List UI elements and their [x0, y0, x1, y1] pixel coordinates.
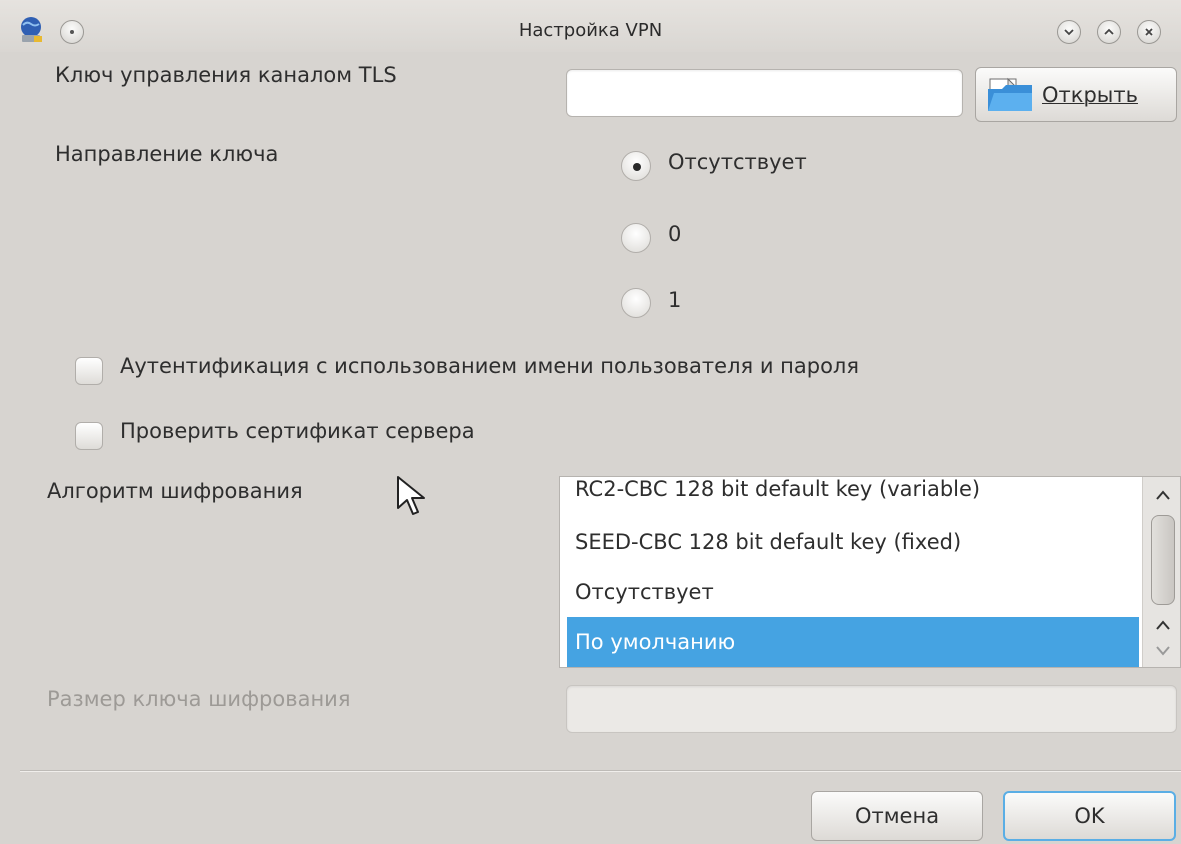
ok-button[interactable]: OK	[1003, 791, 1176, 841]
auth-user-pass-label: Аутентификация с использованием имени по…	[120, 354, 859, 378]
open-button-label: Открыть	[1042, 82, 1138, 107]
auth-user-pass-checkbox[interactable]	[75, 357, 103, 385]
scroll-down-icon[interactable]	[1153, 643, 1173, 659]
radio-key-direction-1-label: 1	[668, 288, 682, 312]
radio-key-direction-1[interactable]	[621, 288, 651, 318]
tls-key-input[interactable]	[566, 69, 963, 117]
radio-key-direction-none[interactable]	[621, 151, 651, 181]
scroll-thumb[interactable]	[1151, 515, 1175, 605]
close-icon[interactable]	[1137, 20, 1161, 44]
scroll-step-up-icon[interactable]	[1153, 617, 1173, 633]
mouse-pointer-icon	[395, 474, 429, 524]
window-title: Настройка VPN	[518, 20, 663, 41]
cipher-scrollbar[interactable]	[1142, 477, 1180, 667]
radio-key-direction-0-label: 0	[668, 222, 682, 246]
verify-server-cert-label: Проверить сертификат сервера	[120, 419, 475, 443]
list-item-selected[interactable]: По умолчанию	[567, 617, 1139, 667]
list-item[interactable]: RC2-CBC 128 bit default key (variable)	[567, 477, 1139, 514]
minimize-icon[interactable]	[1057, 20, 1081, 44]
list-item[interactable]: SEED-CBC 128 bit default key (fixed)	[567, 517, 1139, 567]
cancel-button[interactable]: Отмена	[811, 791, 983, 841]
title-bar: Настройка VPN	[0, 0, 1181, 52]
verify-server-cert-checkbox[interactable]	[75, 422, 103, 450]
cipher-listbox[interactable]: RC2-CBC 128 bit default key (variable) S…	[559, 476, 1181, 668]
key-direction-label: Направление ключа	[55, 142, 279, 166]
cipher-label: Алгоритм шифрования	[47, 479, 303, 503]
open-button[interactable]: Открыть	[975, 67, 1177, 122]
radio-key-direction-0[interactable]	[621, 223, 651, 253]
scroll-up-icon[interactable]	[1153, 487, 1173, 503]
key-size-input[interactable]	[566, 685, 1177, 733]
folder-open-icon	[986, 77, 1034, 113]
maximize-icon[interactable]	[1097, 20, 1121, 44]
key-size-label: Размер ключа шифрования	[47, 687, 351, 711]
radio-key-direction-none-label: Отсутствует	[668, 150, 807, 174]
list-item[interactable]: Отсутствует	[567, 567, 1139, 617]
divider	[20, 770, 1181, 772]
tls-key-label: Ключ управления каналом TLS	[55, 63, 397, 87]
